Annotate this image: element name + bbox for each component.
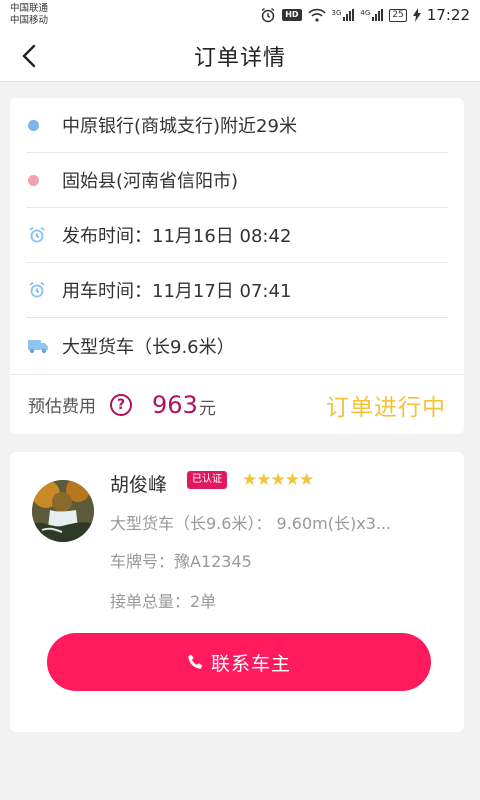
signal-icon-2: 4G [360,9,384,21]
hd-icon: HD [282,9,302,21]
page-title: 订单详情 [193,45,286,71]
carrier-1: 中国联通 [10,3,49,14]
use-time: 用车时间：11月17日 07:41 [62,281,292,302]
order-status: 订单进行中 [326,394,446,421]
status-bar: 中国联通 中国移动 HD 3G 4G 25 17:22 [0,0,480,30]
origin-row: 中原银行(商城支行)附近29米 [26,98,448,153]
license-plate: 车牌号：豫A12345 [110,552,252,571]
back-arrow-icon [22,44,36,68]
contact-owner-button[interactable]: 联系车主 [47,633,431,691]
use-time-row: 用车时间：11月17日 07:41 [26,263,448,318]
clock-icon [26,281,62,299]
contact-button-label: 联系车主 [210,652,291,675]
avatar [32,480,94,542]
fee-amount: 963 [152,390,198,419]
nav-header: 订单详情 [0,30,480,82]
vehicle-row: 大型货车（长9.6米） [26,318,448,373]
publish-time: 发布时间：11月16日 08:42 [62,226,292,247]
fee-row: 预估费用 ? 963 元 订单进行中 [10,374,464,434]
signal-icon-1: 3G [332,9,355,21]
origin-address: 中原银行(商城支行)附近29米 [62,116,297,137]
origin-dot-icon [26,119,62,131]
back-button[interactable] [14,40,44,72]
carrier-info: 中国联通 中国移动 [10,3,48,27]
destination-dot-icon [26,174,62,186]
wifi-icon [307,8,326,22]
order-details-card: 中原银行(商城支行)附近29米 固始县(河南省信阳市) 发布时间：11月16日 … [10,98,464,434]
destination-row: 固始县(河南省信阳市) [26,153,448,208]
driver-vehicle: 大型货车（长9.6米）： 9.60m(长)x3... [110,514,392,533]
charging-icon [412,8,421,22]
driver-card: 胡俊峰 已认证 ★★★★★ 大型货车（长9.6米）： 9.60m(长)x3...… [10,452,464,732]
vehicle-type: 大型货车（长9.6米） [62,336,235,358]
destination-address: 固始县(河南省信阳市) [62,171,239,192]
alarm-icon [260,7,276,23]
publish-time-row: 发布时间：11月16日 08:42 [26,208,448,263]
carrier-2: 中国移动 [10,15,49,26]
clock-icon [26,226,62,244]
question-icon[interactable]: ? [110,393,132,416]
status-icons: HD 3G 4G 25 17:22 [260,6,470,24]
battery-icon: 25 [389,8,407,22]
fee-unit: 元 [198,399,216,419]
phone-icon [187,653,205,671]
rating-stars: ★★★★★ [242,470,314,490]
driver-name: 胡俊峰 [110,474,168,496]
fee-label: 预估费用 [28,397,96,417]
truck-icon [26,338,62,354]
total-orders: 接单总量：2单 [110,592,217,611]
clock: 17:22 [426,6,470,24]
verified-badge: 已认证 [187,471,227,489]
